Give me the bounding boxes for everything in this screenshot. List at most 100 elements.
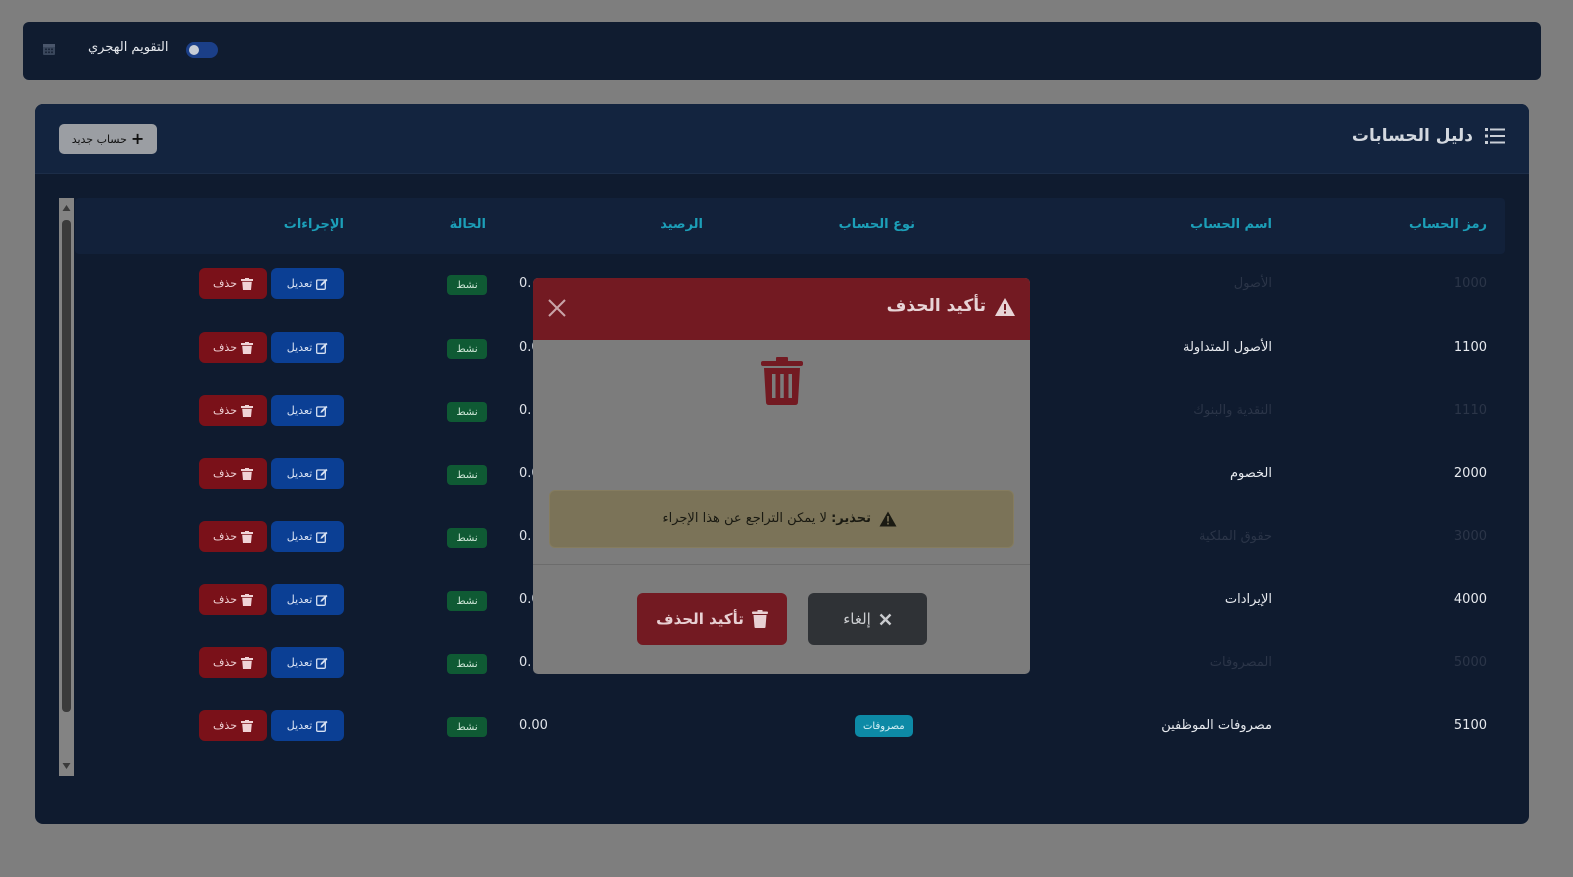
- toggle-knob: [189, 45, 199, 55]
- edit-icon: [316, 278, 328, 290]
- edit-icon: [316, 594, 328, 606]
- status-badge: نشط: [447, 528, 487, 548]
- table-row: 5100 مصروفات الموظفين مصروفات 0.00 نشط تعديل ح…: [75, 696, 1505, 759]
- warning-alert: تحذير: لا يمكن التراجع عن هذا الإجراء: [549, 490, 1014, 548]
- edit-button[interactable]: تعديل: [271, 332, 344, 363]
- edit-label: تعديل: [286, 404, 313, 417]
- modal-divider: [533, 564, 1030, 565]
- account-balance: 0.: [519, 276, 532, 291]
- page-title: دليل الحسابات: [1351, 126, 1473, 146]
- delete-label: حذف: [213, 277, 237, 290]
- account-code: 5100: [1453, 718, 1487, 733]
- header-balance[interactable]: الرصيد: [660, 217, 703, 232]
- cancel-label: إلغاء: [843, 610, 871, 628]
- warning-bold: تحذير:: [831, 511, 871, 526]
- delete-button[interactable]: حذف: [199, 584, 267, 615]
- trash-icon: [241, 530, 253, 543]
- scroll-down-icon[interactable]: [62, 762, 71, 770]
- scrollbar[interactable]: [59, 198, 74, 776]
- account-name: حقوق الملكية: [1198, 529, 1272, 544]
- account-balance: 0.00: [519, 718, 548, 733]
- header-type[interactable]: نوع الحساب: [839, 217, 915, 232]
- new-account-button[interactable]: + حساب جديد: [59, 124, 157, 154]
- scroll-thumb[interactable]: [62, 220, 71, 712]
- plus-icon: +: [130, 129, 145, 148]
- delete-label: حذف: [213, 467, 237, 480]
- status-badge: نشط: [447, 402, 487, 422]
- type-badge: مصروفات: [855, 715, 913, 737]
- header-status[interactable]: الحالة: [450, 217, 486, 232]
- delete-label: حذف: [213, 593, 237, 606]
- delete-button[interactable]: حذف: [199, 710, 267, 741]
- delete-confirm-modal: تأكيد الحذف تحذير: لا يمكن التراجع عن هذ…: [533, 278, 1030, 674]
- edit-button[interactable]: تعديل: [271, 395, 344, 426]
- delete-button[interactable]: حذف: [199, 332, 267, 363]
- status-badge: نشط: [447, 339, 487, 359]
- edit-label: تعديل: [286, 656, 313, 669]
- delete-button[interactable]: حذف: [199, 458, 267, 489]
- header-code[interactable]: رمز الحساب: [1409, 217, 1487, 232]
- calendar-icon[interactable]: [42, 42, 56, 56]
- edit-button[interactable]: تعديل: [271, 458, 344, 489]
- cancel-button[interactable]: إلغاء: [808, 593, 927, 645]
- edit-button[interactable]: تعديل: [271, 710, 344, 741]
- trash-icon: [241, 467, 253, 480]
- edit-icon: [316, 531, 328, 543]
- account-name: الإيرادات: [1224, 592, 1272, 607]
- account-code: 4000: [1453, 592, 1487, 607]
- status-badge: نشط: [447, 591, 487, 611]
- status-badge: نشط: [447, 275, 487, 295]
- close-icon: [879, 613, 892, 625]
- edit-button[interactable]: تعديل: [271, 521, 344, 552]
- card-header: دليل الحسابات + حساب جديد: [35, 104, 1529, 174]
- edit-label: تعديل: [286, 467, 313, 480]
- delete-label: حذف: [213, 656, 237, 669]
- edit-icon: [316, 468, 328, 480]
- edit-button[interactable]: تعديل: [271, 647, 344, 678]
- account-name: الخصوم: [1229, 466, 1272, 481]
- confirm-delete-label: تأكيد الحذف: [656, 610, 744, 628]
- delete-button[interactable]: حذف: [199, 395, 267, 426]
- account-balance: 0.: [519, 655, 532, 670]
- scroll-up-icon[interactable]: [62, 204, 71, 212]
- status-badge: نشط: [447, 465, 487, 485]
- edit-icon: [316, 342, 328, 354]
- account-balance: 0.: [519, 529, 532, 544]
- trash-icon: [751, 610, 768, 628]
- edit-button[interactable]: تعديل: [271, 584, 344, 615]
- edit-label: تعديل: [286, 341, 313, 354]
- header-actions: الإجراءات: [283, 217, 344, 232]
- edit-label: تعديل: [286, 277, 313, 290]
- edit-label: تعديل: [286, 530, 313, 543]
- account-code: 5000: [1453, 655, 1487, 670]
- warning-message: لا يمكن التراجع عن هذا الإجراء: [662, 511, 832, 526]
- hijri-calendar-toggle[interactable]: [186, 42, 218, 58]
- edit-label: تعديل: [286, 593, 313, 606]
- delete-button[interactable]: حذف: [199, 268, 267, 299]
- warning-icon: [879, 511, 897, 527]
- account-balance: 0.: [519, 403, 532, 418]
- modal-title: تأكيد الحذف: [886, 296, 986, 316]
- hijri-calendar-label: التقويم الهجري: [88, 40, 169, 55]
- warning-icon: [995, 298, 1015, 316]
- account-code: 1100: [1453, 340, 1487, 355]
- account-name: الأصول المتداولة: [1182, 340, 1272, 355]
- edit-icon: [316, 720, 328, 732]
- account-name: النقدية والبنوك: [1193, 403, 1272, 418]
- header-name[interactable]: اسم الحساب: [1190, 217, 1272, 232]
- close-icon[interactable]: [547, 298, 567, 318]
- table-header: رمز الحساب اسم الحساب نوع الحساب الرصيد …: [75, 198, 1505, 254]
- trash-icon: [241, 593, 253, 606]
- trash-icon: [241, 404, 253, 417]
- edit-icon: [316, 657, 328, 669]
- status-badge: نشط: [447, 654, 487, 674]
- trash-icon: [761, 357, 803, 405]
- confirm-delete-button[interactable]: تأكيد الحذف: [637, 593, 787, 645]
- edit-button[interactable]: تعديل: [271, 268, 344, 299]
- warning-text: تحذير: لا يمكن التراجع عن هذا الإجراء: [663, 511, 872, 526]
- trash-icon: [241, 656, 253, 669]
- delete-button[interactable]: حذف: [199, 647, 267, 678]
- account-name: الأصول: [1233, 276, 1272, 291]
- account-name: المصروفات: [1209, 655, 1272, 670]
- delete-button[interactable]: حذف: [199, 521, 267, 552]
